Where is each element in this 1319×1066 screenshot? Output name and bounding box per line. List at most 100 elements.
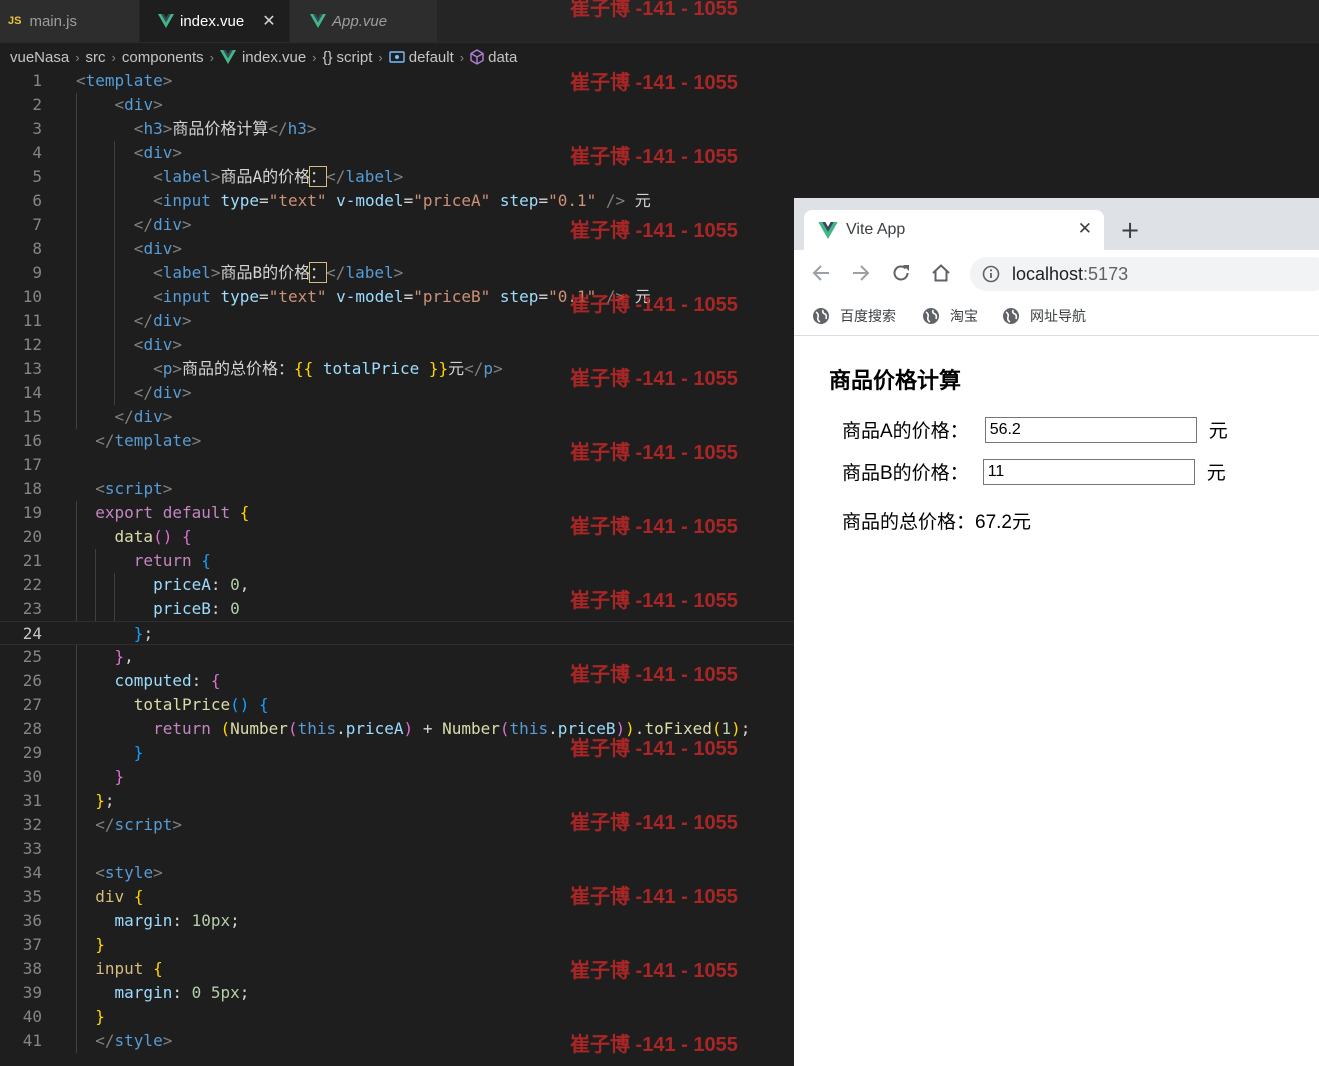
code-line: 8 <div> (32, 239, 182, 258)
breadcrumb-item-src[interactable]: src (86, 49, 106, 66)
tab-app-vue[interactable]: App.vue (290, 0, 438, 42)
browser-window: Vite App ✕ + localhost:5173 百度搜索 淘宝 网址导航… (794, 198, 1319, 1066)
code-editor[interactable]: 1 <template> 2 <div> 3 <h3>商品价格计算</h3> 4 … (0, 69, 794, 1066)
close-icon[interactable]: ✕ (1078, 219, 1092, 239)
globe-icon (923, 308, 939, 324)
price-a-input[interactable] (984, 416, 1197, 443)
chevron-right-icon: › (312, 49, 317, 65)
bookmark-nav[interactable]: 网址导航 (1002, 306, 1086, 326)
code-line: 21 return { (22, 551, 211, 570)
code-line: 22 priceA: 0, (22, 575, 250, 594)
code-line: 19 export default { (22, 503, 250, 522)
new-tab-icon[interactable]: + (1120, 216, 1140, 244)
breadcrumb-label: script (336, 48, 373, 66)
code-line: 25 }, (22, 647, 134, 666)
tab-label: App.vue (332, 12, 388, 30)
close-icon[interactable]: ✕ (262, 11, 275, 31)
unit-label: 元 (1208, 421, 1228, 442)
code-line: 4 <div> (32, 143, 182, 162)
bookmark-taobao[interactable]: 淘宝 (922, 306, 978, 326)
bookmark-label: 百度搜索 (840, 308, 896, 324)
tab-main-js[interactable]: JS main.js (0, 0, 140, 42)
chevron-right-icon: › (209, 49, 214, 65)
code-line: 11 </div> (22, 311, 192, 330)
code-line: 30 } (22, 767, 125, 786)
price-b-input[interactable] (982, 458, 1195, 485)
code-line: 38 input { (22, 959, 163, 978)
code-line: 23 priceB: 0 (22, 599, 240, 618)
home-icon[interactable] (930, 262, 952, 284)
chevron-right-icon: › (111, 49, 116, 65)
breadcrumb: vueNasa › src › components › index.vue ›… (0, 43, 1319, 71)
vue-logo-icon (310, 14, 326, 28)
url-port: :5173 (1083, 263, 1129, 284)
total-value: 67.2元 (975, 512, 1031, 533)
price-b-label: 商品B的价格： (842, 463, 969, 484)
vue-logo-icon (158, 14, 174, 28)
browser-tab-title: Vite App (846, 221, 906, 238)
code-line: 17 (22, 455, 42, 474)
arrow-left-icon[interactable] (810, 262, 832, 284)
code-line: 14 </div> (22, 383, 192, 402)
code-line: 27 totalPrice() { (22, 695, 269, 714)
tab-index-vue[interactable]: index.vue ✕ (140, 0, 290, 42)
code-line: 28 return (Number(this.priceA) + Number(… (22, 719, 751, 738)
code-line: 31 }; (22, 791, 115, 810)
code-line: 37 } (22, 935, 105, 954)
breadcrumb-item-index-vue[interactable]: index.vue (219, 48, 307, 66)
bookmark-label: 淘宝 (950, 308, 978, 324)
bookmark-label: 网址导航 (1030, 308, 1086, 324)
breadcrumb-item-default[interactable]: default (389, 49, 454, 66)
code-line: 3 <h3>商品价格计算</h3> (32, 119, 317, 138)
bookmarks-bar: 百度搜索 淘宝 网址导航 (794, 296, 1319, 336)
reload-icon[interactable] (890, 262, 912, 284)
code-line: 2 <div> (32, 95, 163, 114)
code-line: 16 </template> (22, 431, 202, 450)
cube-icon (470, 49, 484, 65)
price-a-label: 商品A的价格： (842, 421, 969, 442)
globe-icon (1003, 308, 1019, 324)
price-a-row: 商品A的价格： 元 (842, 416, 1228, 443)
breadcrumb-item-components[interactable]: components (122, 49, 204, 66)
breadcrumb-item-vuenasa[interactable]: vueNasa (10, 49, 69, 66)
browser-tab-strip: Vite App ✕ + (794, 198, 1319, 250)
braces-icon: {} (322, 48, 333, 66)
code-line: 9 <label>商品B的价格：</label> (32, 262, 404, 283)
total-label: 商品的总价格： (842, 512, 976, 533)
editor-tab-bar: JS main.js index.vue ✕ App.vue (0, 0, 1319, 43)
tab-label: main.js (29, 12, 77, 30)
module-icon (389, 51, 405, 63)
code-line: 15 </div> (22, 407, 173, 426)
code-line: 20 data() { (22, 527, 192, 546)
info-icon[interactable] (982, 265, 1000, 283)
code-line: 6 <input type="text" v-model="priceA" st… (32, 191, 651, 210)
vue-logo-icon (818, 221, 838, 239)
chevron-right-icon: › (75, 49, 80, 65)
price-b-row: 商品B的价格： 元 (842, 458, 1226, 485)
code-line: 29 } (22, 743, 144, 762)
unit-label: 元 (1206, 463, 1226, 484)
vue-logo-icon (219, 50, 236, 64)
bookmark-baidu[interactable]: 百度搜索 (812, 306, 896, 326)
breadcrumb-item-script[interactable]: {} script (323, 49, 373, 66)
code-line: 33 (22, 839, 42, 858)
breadcrumb-label: default (408, 48, 454, 66)
address-bar[interactable]: localhost:5173 (970, 257, 1319, 291)
breadcrumb-item-data[interactable]: data (470, 49, 517, 66)
browser-toolbar: localhost:5173 (794, 250, 1319, 296)
breadcrumb-label: data (488, 48, 518, 66)
breadcrumb-label: index.vue (241, 48, 307, 66)
code-line: 26 computed: { (22, 671, 221, 690)
code-line: 36 margin: 10px; (22, 911, 240, 930)
url-text: localhost:5173 (1012, 264, 1128, 285)
tab-label: index.vue (180, 12, 245, 30)
code-line: 13 <p>商品的总价格：{{ totalPrice }}元</p> (22, 359, 503, 378)
browser-tab-vite-app[interactable]: Vite App ✕ (804, 210, 1104, 250)
arrow-right-icon[interactable] (850, 262, 872, 284)
url-host: localhost (1012, 263, 1084, 284)
code-line: 7 </div> (32, 215, 192, 234)
code-line: 35 div { (22, 887, 144, 906)
code-line: 1 <template> (32, 71, 173, 90)
js-file-icon: JS (8, 15, 22, 27)
chevron-right-icon: › (459, 49, 465, 65)
